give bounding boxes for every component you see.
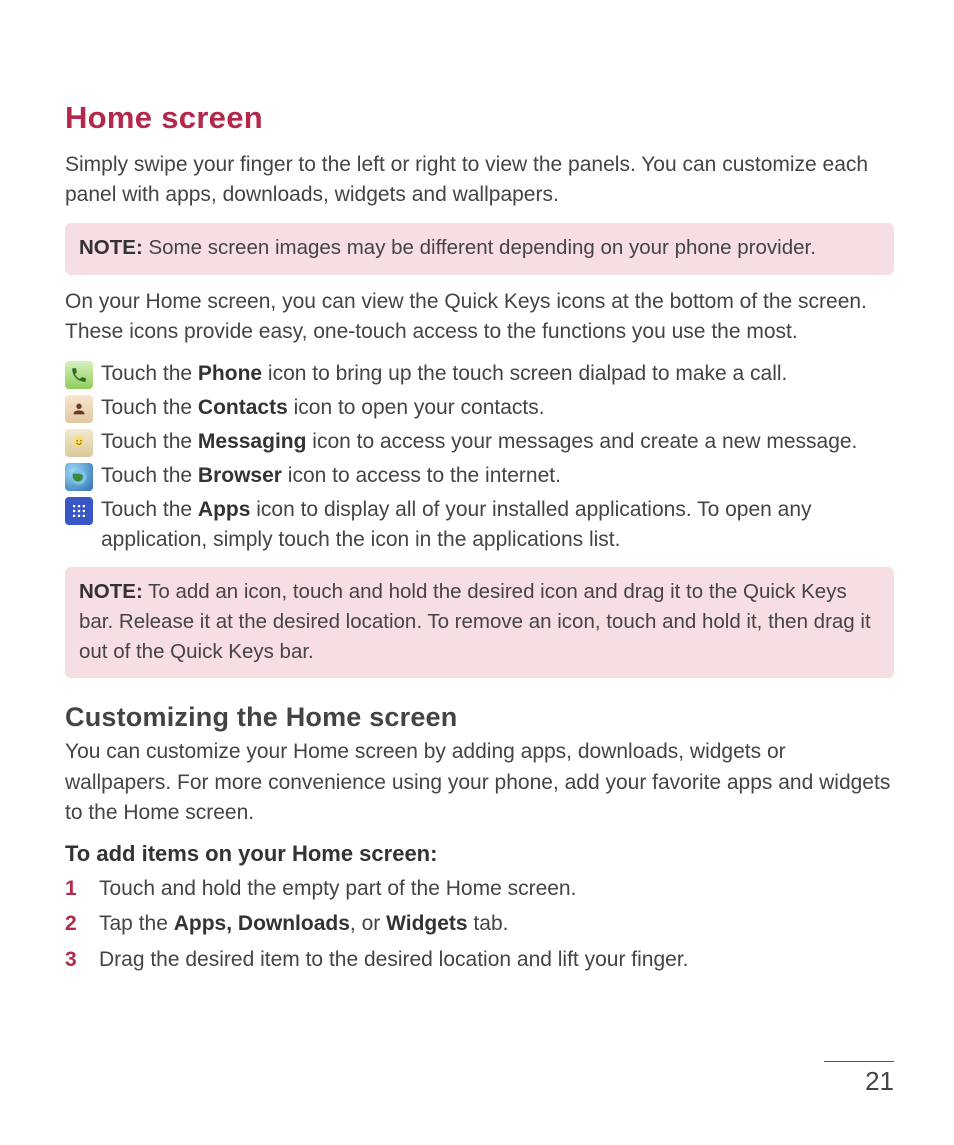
icon-description: Touch the Messaging icon to access your … <box>101 427 857 457</box>
quickkeys-intro: On your Home screen, you can view the Qu… <box>65 287 894 348</box>
list-item: Touch the Apps icon to display all of yo… <box>65 495 894 555</box>
footer-rule <box>824 1061 894 1062</box>
subsection-heading: To add items on your Home screen: <box>65 841 894 867</box>
note-text: To add an icon, touch and hold the desir… <box>79 580 871 662</box>
list-item: 3 Drag the desired item to the desired l… <box>65 944 894 976</box>
apps-icon <box>65 497 93 525</box>
step-number: 1 <box>65 873 77 905</box>
page-footer: 21 <box>824 1061 894 1097</box>
step-number: 2 <box>65 908 77 940</box>
icon-description: Touch the Apps icon to display all of yo… <box>101 495 894 555</box>
manual-page: Home screen Simply swipe your finger to … <box>0 0 954 1145</box>
list-item: Touch the Contacts icon to open your con… <box>65 393 894 423</box>
list-item: 1 Touch and hold the empty part of the H… <box>65 873 894 905</box>
page-title: Home screen <box>65 100 894 136</box>
quick-key-icon-list: Touch the Phone icon to bring up the tou… <box>65 359 894 555</box>
note-box-2: NOTE: To add an icon, touch and hold the… <box>65 567 894 678</box>
browser-icon <box>65 463 93 491</box>
list-item: Touch the Browser icon to access to the … <box>65 461 894 491</box>
contacts-icon <box>65 395 93 423</box>
note-label: NOTE: <box>79 580 143 603</box>
step-text: Tap the Apps, Downloads, or Widgets tab. <box>99 912 508 935</box>
list-item: Touch the Phone icon to bring up the tou… <box>65 359 894 389</box>
step-text: Touch and hold the empty part of the Hom… <box>99 877 576 900</box>
icon-description: Touch the Browser icon to access to the … <box>101 461 561 491</box>
steps-list: 1 Touch and hold the empty part of the H… <box>65 873 894 976</box>
phone-icon <box>65 361 93 389</box>
list-item: 2 Tap the Apps, Downloads, or Widgets ta… <box>65 908 894 940</box>
step-number: 3 <box>65 944 77 976</box>
list-item: Touch the Messaging icon to access your … <box>65 427 894 457</box>
note-box-1: NOTE: Some screen images may be differen… <box>65 223 894 275</box>
note-text: Some screen images may be different depe… <box>143 236 816 259</box>
note-label: NOTE: <box>79 236 143 259</box>
section-body: You can customize your Home screen by ad… <box>65 737 894 828</box>
icon-description: Touch the Phone icon to bring up the tou… <box>101 359 787 389</box>
section-heading: Customizing the Home screen <box>65 702 894 733</box>
messaging-icon <box>65 429 93 457</box>
step-text: Drag the desired item to the desired loc… <box>99 948 689 971</box>
intro-paragraph: Simply swipe your finger to the left or … <box>65 150 894 211</box>
page-number: 21 <box>824 1066 894 1097</box>
icon-description: Touch the Contacts icon to open your con… <box>101 393 545 423</box>
